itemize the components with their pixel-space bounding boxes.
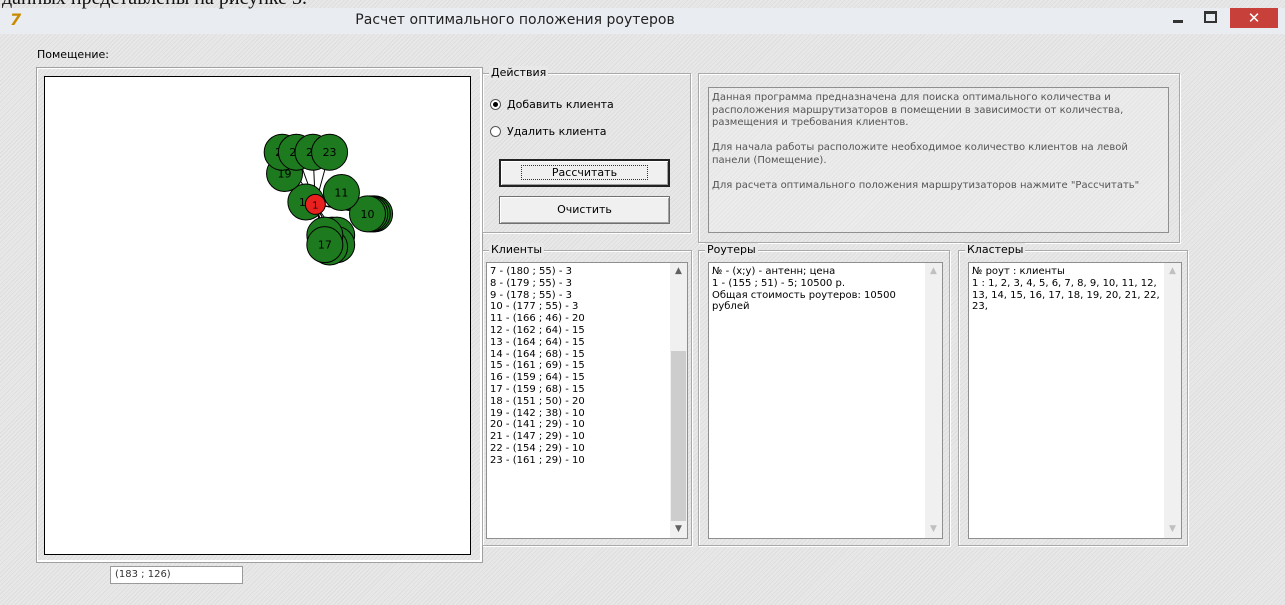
scroll-up-icon[interactable]: ▲ [925,263,942,280]
router-node[interactable]: 1 [304,193,326,215]
client-list-item[interactable]: 19 - (142 ; 38) - 10 [490,408,667,420]
room-label: Помещение: [37,48,110,61]
remove-client-label: Удалить клиента [507,124,607,138]
routers-memo[interactable]: № - (x;y) - антенн; цена 1 - (155 ; 51) … [708,262,943,539]
client-list-item[interactable]: 21 - (147 ; 29) - 10 [490,431,667,443]
scroll-down-icon[interactable]: ▼ [925,521,942,538]
client-list-item[interactable]: 16 - (159 ; 64) - 15 [490,372,667,384]
client-label: 17 [318,239,332,252]
info-text: Данная программа предназначена для поиск… [708,87,1169,233]
client-list-item[interactable]: 7 - (180 ; 55) - 3 [490,266,667,278]
client-list-item[interactable]: 12 - (162 ; 64) - 15 [490,325,667,337]
remove-client-radio[interactable]: Удалить клиента [490,124,607,138]
routers-text: № - (x;y) - антенн; цена 1 - (155 ; 51) … [712,266,922,313]
scroll-up-icon[interactable]: ▲ [1164,263,1181,280]
add-client-label: Добавить клиента [507,97,614,111]
clusters-group-label: Кластеры [965,243,1026,257]
app-window: 7 Расчет оптимального положения роутеров… [0,0,1285,605]
clients-scrollbar[interactable]: ▲ ▼ [670,263,687,538]
routers-group-label: Роутеры [705,243,758,257]
client-list-item[interactable]: 22 - (154 ; 29) - 10 [490,443,667,455]
client-node[interactable]: 23 [311,133,349,171]
radio-unchecked-icon [490,125,501,137]
info-paragraph: Для расчета оптимального положения маршр… [712,180,1140,192]
scroll-down-icon[interactable]: ▼ [1164,521,1181,538]
router-label: 1 [312,200,318,211]
client-node[interactable]: 17 [306,226,344,264]
clusters-text: № роут : клиенты 1 : 1, 2, 3, 4, 5, 6, 7… [972,266,1161,313]
clear-button[interactable]: Очистить [499,196,670,224]
client-list-item[interactable]: 17 - (159 ; 68) - 15 [490,384,667,396]
title-bar[interactable]: 7 Расчет оптимального положения роутеров… [0,8,1285,34]
client-list-item[interactable]: 8 - (179 ; 55) - 3 [490,278,667,290]
scroll-down-icon[interactable]: ▼ [670,521,687,538]
clusters-memo[interactable]: № роут : клиенты 1 : 1, 2, 3, 4, 5, 6, 7… [968,262,1182,539]
info-paragraph: Данная программа предназначена для поиск… [712,92,1124,129]
client-list-item[interactable]: 15 - (161 ; 69) - 15 [490,360,667,372]
document-caption: данных представлены на рисунке 3. [2,0,402,8]
client-list-item[interactable]: 23 - (161 ; 29) - 10 [490,455,667,467]
scroll-up-icon[interactable]: ▲ [670,263,687,280]
clients-list: 7 - (180 ; 55) - 38 - (179 ; 55) - 39 - … [490,266,667,467]
minimize-button[interactable] [1165,8,1191,28]
maximize-button[interactable] [1196,8,1222,28]
routers-line: № - (x;y) - антенн; цена [712,266,836,277]
calculate-button-label: Рассчитать [520,165,649,180]
close-button[interactable]: ✕ [1230,8,1278,28]
radio-checked-icon [490,98,501,110]
client-list-item[interactable]: 10 - (177 ; 55) - 3 [490,301,667,313]
client-list-item[interactable]: 20 - (141 ; 29) - 10 [490,419,667,431]
clients-group-label: Клиенты [489,243,545,257]
client-label: 11 [334,187,348,200]
client-label: 10 [360,208,374,221]
clients-listbox[interactable]: 7 - (180 ; 55) - 38 - (179 ; 55) - 39 - … [486,262,688,539]
room-plot[interactable]: 101114171819202122231 [45,77,470,554]
calculate-button[interactable]: Рассчитать [499,159,670,187]
clusters-line: 1 : 1, 2, 3, 4, 5, 6, 7, 8, 9, 10, 11, 1… [972,277,1160,313]
client-node[interactable]: 11 [322,174,360,212]
clusters-scrollbar[interactable]: ▲ ▼ [1164,263,1181,538]
actions-group-label: Действия [489,66,549,80]
client-list-item[interactable]: 18 - (151 ; 50) - 20 [490,396,667,408]
clusters-line: № роут : клиенты [972,266,1065,277]
cursor-coordinates: (183 ; 126) [110,566,243,584]
scroll-thumb[interactable] [671,351,686,521]
client-list-item[interactable]: 14 - (164 ; 68) - 15 [490,349,667,361]
add-client-radio[interactable]: Добавить клиента [490,97,614,111]
routers-scrollbar[interactable]: ▲ ▼ [925,263,942,538]
client-list-item[interactable]: 11 - (166 ; 46) - 20 [490,313,667,325]
routers-line: Общая стоимость роутеров: 10500 рублей [712,289,896,313]
room-canvas[interactable]: 101114171819202122231 [44,76,471,555]
routers-line: 1 - (155 ; 51) - 5; 10500 р. [712,277,846,289]
client-list-item[interactable]: 9 - (178 ; 55) - 3 [490,290,667,302]
window-title: Расчет оптимального положения роутеров [355,12,675,28]
client-label: 23 [323,146,337,159]
client-list-item[interactable]: 13 - (164 ; 64) - 15 [490,337,667,349]
info-paragraph: Для начала работы расположите необходимо… [712,142,1128,166]
